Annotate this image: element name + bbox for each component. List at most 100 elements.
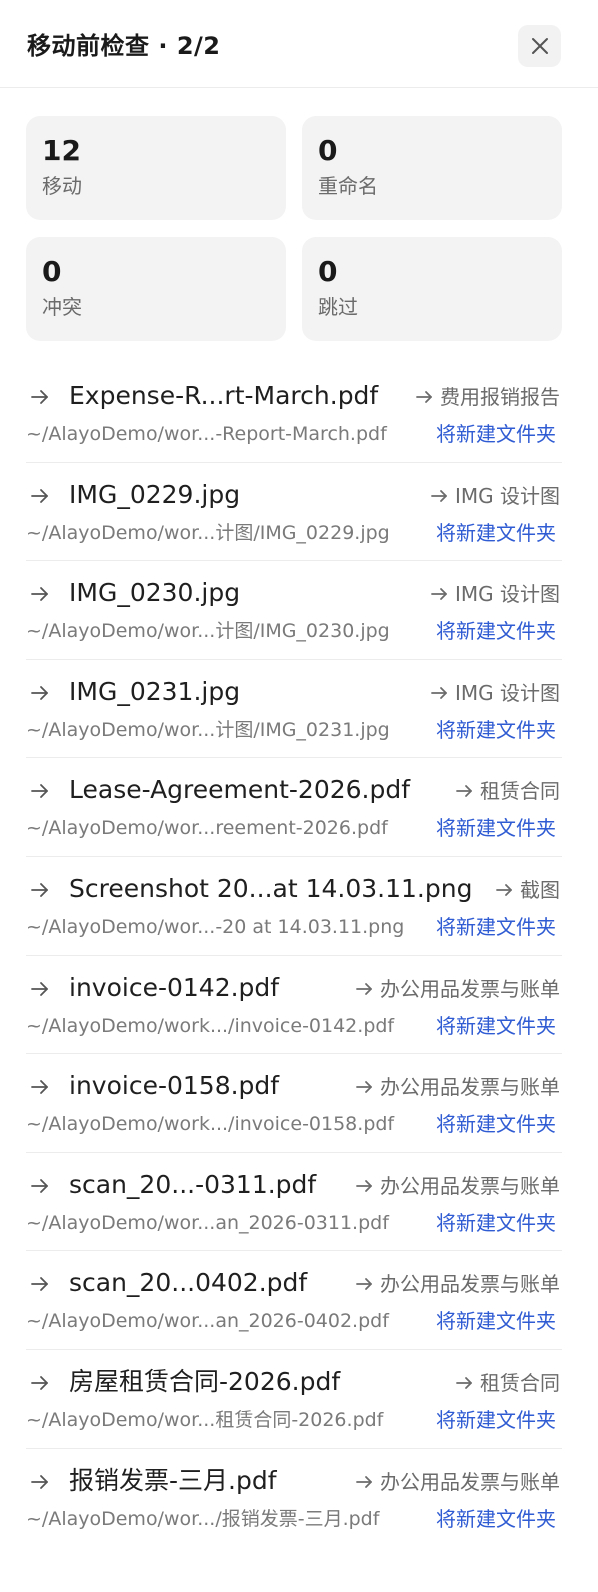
arrow-right-icon bbox=[356, 1081, 372, 1094]
arrow-right-icon bbox=[31, 685, 48, 700]
stat-label: 跳过 bbox=[318, 295, 358, 319]
source-path: ~/AlayoDemo/work.../invoice-0142.pdf bbox=[26, 1014, 395, 1037]
stat-card-skip: 0 跳过 bbox=[302, 237, 562, 341]
source-path: ~/AlayoDemo/wor...-Report-March.pdf bbox=[26, 423, 387, 445]
stat-card-rename: 0 重命名 bbox=[302, 116, 562, 220]
target-folder-label: 办公用品发票与账单 bbox=[380, 1469, 560, 1494]
arrow-right-icon bbox=[356, 1179, 372, 1192]
arrow-right-icon bbox=[356, 1475, 372, 1488]
file-name: 房屋租赁合同-2026.pdf bbox=[69, 1366, 341, 1396]
new-folder-badge: 将新建文件夹 bbox=[436, 914, 556, 939]
arrow-right-icon bbox=[456, 1377, 472, 1389]
arrow-right-icon bbox=[431, 686, 447, 699]
target-folder-label: IMG 设计图 bbox=[454, 582, 560, 607]
arrow-right-icon bbox=[416, 391, 432, 403]
file-row[interactable]: Lease-Agreement-2026.pdf 租赁合同 ~/AlayoDem… bbox=[26, 758, 562, 857]
target-folder-label: 租赁合同 bbox=[480, 779, 560, 804]
new-folder-badge: 将新建文件夹 bbox=[436, 619, 556, 644]
new-folder-badge: 将新建文件夹 bbox=[436, 816, 556, 841]
arrow-right-icon bbox=[356, 982, 372, 995]
target-folder-label: 租赁合同 bbox=[480, 1370, 560, 1395]
file-name: IMG_0229.jpg bbox=[69, 479, 241, 509]
file-name: IMG_0230.jpg bbox=[69, 578, 241, 608]
target-folder: 租赁合同 bbox=[456, 1370, 560, 1396]
file-row[interactable]: scan_20...-0311.pdf 办公用品发票与账单 ~/AlayoDem… bbox=[26, 1153, 562, 1252]
file-name: Screenshot 20...at 14.03.11.png bbox=[69, 873, 473, 903]
file-name: Expense-R...rt-March.pdf bbox=[69, 381, 379, 410]
source-path: ~/AlayoDemo/wor...reement-2026.pdf bbox=[26, 817, 388, 840]
new-folder-badge: 将新建文件夹 bbox=[436, 422, 556, 446]
arrow-right-icon bbox=[431, 489, 447, 502]
arrow-right-icon bbox=[356, 1278, 372, 1291]
file-row[interactable]: 报销发票-三月.pdf 办公用品发票与账单 ~/AlayoDemo/wor...… bbox=[26, 1449, 562, 1548]
stat-card-conflict: 0 冲突 bbox=[26, 237, 286, 341]
target-folder-label: IMG 设计图 bbox=[454, 483, 560, 508]
arrow-right-icon bbox=[31, 587, 48, 602]
target-folder: 办公用品发票与账单 bbox=[356, 1469, 560, 1495]
file-name: scan_20...-0311.pdf bbox=[69, 1169, 317, 1199]
file-row[interactable]: invoice-0158.pdf 办公用品发票与账单 ~/AlayoDemo/w… bbox=[26, 1054, 562, 1153]
file-name: IMG_0231.jpg bbox=[69, 676, 241, 706]
file-row[interactable]: IMG_0231.jpg IMG 设计图 ~/AlayoDemo/wor...计… bbox=[26, 660, 562, 759]
source-path: ~/AlayoDemo/work.../invoice-0158.pdf bbox=[26, 1113, 395, 1136]
target-folder-label: 办公用品发票与账单 bbox=[380, 1173, 560, 1198]
target-folder-label: 办公用品发票与账单 bbox=[380, 1272, 560, 1297]
stat-value: 0 bbox=[42, 255, 62, 288]
stat-value: 0 bbox=[318, 255, 338, 288]
source-path: ~/AlayoDemo/wor.../报销发票-三月.pdf bbox=[26, 1507, 380, 1530]
move-preview-panel: 移动前检查 · 2/2 12 移动 0 重命名 0 冲突 0 跳过 Expens… bbox=[0, 0, 598, 1592]
close-icon bbox=[531, 38, 548, 54]
file-name: 报销发票-三月.pdf bbox=[69, 1465, 277, 1495]
file-row[interactable]: IMG_0230.jpg IMG 设计图 ~/AlayoDemo/wor...计… bbox=[26, 561, 562, 660]
stat-label: 移动 bbox=[42, 174, 82, 198]
stat-label: 重命名 bbox=[318, 174, 378, 198]
close-button[interactable] bbox=[518, 25, 561, 67]
file-name: scan_20...0402.pdf bbox=[69, 1268, 308, 1298]
file-name: Lease-Agreement-2026.pdf bbox=[69, 775, 411, 805]
arrow-right-icon bbox=[31, 1474, 48, 1489]
target-folder-label: 办公用品发票与账单 bbox=[380, 976, 560, 1001]
source-path: ~/AlayoDemo/wor...计图/IMG_0230.jpg bbox=[26, 620, 390, 643]
file-row[interactable]: 房屋租赁合同-2026.pdf 租赁合同 ~/AlayoDemo/wor...租… bbox=[26, 1350, 562, 1449]
target-folder-label: 费用报销报告 bbox=[440, 385, 560, 409]
file-row[interactable]: invoice-0142.pdf 办公用品发票与账单 ~/AlayoDemo/w… bbox=[26, 956, 562, 1055]
arrow-right-icon bbox=[31, 1178, 48, 1193]
stats-grid: 12 移动 0 重命名 0 冲突 0 跳过 bbox=[26, 116, 562, 341]
target-folder: 费用报销报告 bbox=[416, 384, 560, 410]
stat-label: 冲突 bbox=[42, 295, 82, 319]
file-name: invoice-0158.pdf bbox=[69, 1071, 280, 1101]
file-name: invoice-0142.pdf bbox=[69, 972, 280, 1002]
source-path: ~/AlayoDemo/wor...-20 at 14.03.11.png bbox=[26, 915, 405, 938]
file-row[interactable]: IMG_0229.jpg IMG 设计图 ~/AlayoDemo/wor...计… bbox=[26, 463, 562, 562]
arrow-right-icon bbox=[31, 488, 48, 503]
file-row[interactable]: Expense-R...rt-March.pdf 费用报销报告 ~/AlayoD… bbox=[26, 364, 562, 463]
source-path: ~/AlayoDemo/wor...an_2026-0402.pdf bbox=[26, 1310, 389, 1333]
target-folder: 办公用品发票与账单 bbox=[356, 1074, 560, 1100]
new-folder-badge: 将新建文件夹 bbox=[436, 1013, 556, 1038]
arrow-right-icon bbox=[31, 784, 48, 799]
stat-value: 12 bbox=[42, 134, 81, 167]
target-folder: 办公用品发票与账单 bbox=[356, 976, 560, 1002]
target-folder: IMG 设计图 bbox=[431, 680, 560, 706]
file-row[interactable]: scan_20...0402.pdf 办公用品发票与账单 ~/AlayoDemo… bbox=[26, 1251, 562, 1350]
file-row[interactable]: Screenshot 20...at 14.03.11.png 截图 ~/Ala… bbox=[26, 857, 562, 956]
new-folder-badge: 将新建文件夹 bbox=[436, 1506, 556, 1531]
new-folder-badge: 将新建文件夹 bbox=[436, 1309, 556, 1334]
arrow-right-icon bbox=[31, 390, 48, 404]
target-folder: 租赁合同 bbox=[456, 778, 560, 804]
target-folder-label: 截图 bbox=[520, 877, 560, 902]
source-path: ~/AlayoDemo/wor...计图/IMG_0231.jpg bbox=[26, 718, 390, 741]
target-folder-label: IMG 设计图 bbox=[454, 680, 560, 705]
file-move-list: Expense-R...rt-March.pdf 费用报销报告 ~/AlayoD… bbox=[26, 364, 562, 1547]
new-folder-badge: 将新建文件夹 bbox=[436, 520, 556, 545]
new-folder-badge: 将新建文件夹 bbox=[436, 717, 556, 742]
stat-value: 0 bbox=[318, 134, 338, 167]
new-folder-badge: 将新建文件夹 bbox=[436, 1210, 556, 1235]
arrow-right-icon bbox=[31, 981, 48, 996]
target-folder: 办公用品发票与账单 bbox=[356, 1173, 560, 1199]
arrow-right-icon bbox=[31, 1277, 48, 1292]
stat-card-move: 12 移动 bbox=[26, 116, 286, 220]
panel-title: 移动前检查 · 2/2 bbox=[27, 32, 221, 60]
target-folder-label: 办公用品发票与账单 bbox=[380, 1075, 560, 1100]
arrow-right-icon bbox=[496, 884, 512, 896]
